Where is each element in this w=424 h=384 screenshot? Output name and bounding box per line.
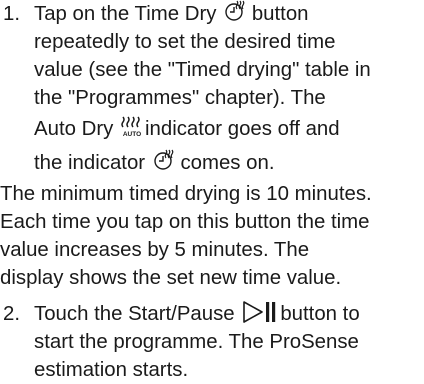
step-text: button to	[280, 303, 360, 325]
step-text: Auto Dry	[34, 118, 114, 140]
step-text: the indicator	[34, 152, 146, 174]
step-line: the "Programmes" chapter). The	[34, 87, 326, 109]
step-2: 2. Touch the Start/Pause button to start…	[0, 300, 424, 384]
step-number: 1.	[3, 3, 21, 25]
note-line: display shows the set new time value.	[0, 267, 342, 289]
step-text: Tap on the Time Dry	[34, 3, 217, 25]
step-text: Touch the Start/Pause	[34, 303, 235, 325]
step-line: Touch the Start/Pause button to	[34, 300, 420, 328]
note-line: value increases by 5 minutes. The	[0, 239, 310, 261]
step-text: indicator goes off and	[145, 118, 340, 140]
step-line: estimation starts.	[34, 359, 189, 381]
step-line: the indicator comes on.	[34, 146, 420, 180]
note-line: The minimum timed drying is 10 minutes.	[0, 183, 372, 205]
timed-drying-note: The minimum timed drying is 10 minutes. …	[0, 180, 424, 292]
step-line: repeatedly to set the desired time	[34, 31, 336, 53]
step-number: 2.	[3, 303, 21, 325]
step-line: Auto Dry AUTO indicator goes off and	[34, 112, 420, 146]
auto-dry-icon-label: AUTO	[123, 131, 141, 138]
step-text: button	[251, 3, 309, 25]
step-line: value (see the "Timed drying" table in	[34, 59, 371, 81]
instruction-document: 1. Tap on the Time Dry button repeatedly…	[0, 0, 424, 384]
time-dry-icon	[153, 149, 175, 171]
time-dry-icon	[224, 0, 246, 22]
start-pause-icon	[242, 300, 280, 324]
step-text: comes on.	[180, 152, 275, 174]
step-line: Tap on the Time Dry button	[34, 0, 420, 28]
note-line: Each time you tap on this button the tim…	[0, 211, 370, 233]
step-1: 1. Tap on the Time Dry button repeatedly…	[0, 0, 424, 180]
step-line: start the programme. The ProSense	[34, 331, 359, 353]
auto-dry-icon: AUTO	[120, 116, 144, 138]
